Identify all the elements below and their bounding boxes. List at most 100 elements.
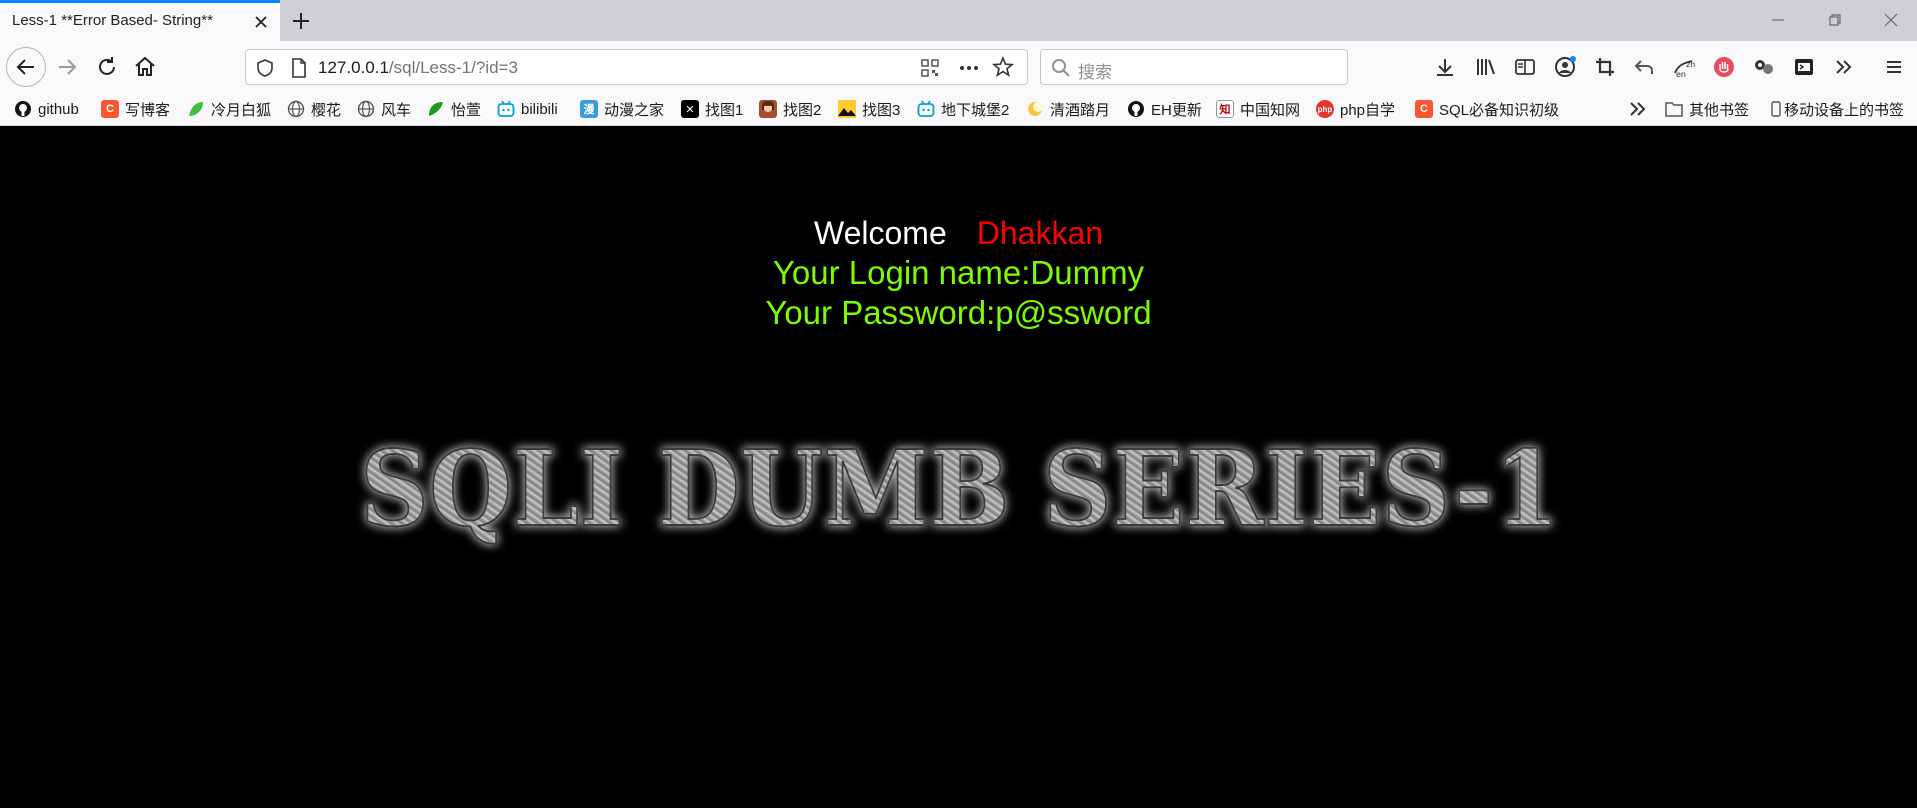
tab-title: Less-1 **Error Based- String** (12, 12, 213, 29)
bookmark-label: 找图1 (705, 101, 744, 119)
downloads-icon[interactable] (1431, 53, 1459, 81)
bookmark-label: 清酒踏月 (1050, 101, 1111, 119)
bookmark-label: bilibili (521, 100, 558, 118)
bookmark-label: 中国知网 (1240, 101, 1301, 119)
bookmark-cnki[interactable]: 知 中国知网 (1216, 97, 1300, 121)
manga-icon: 漫 (580, 100, 598, 118)
user-name: Dhakkan (976, 215, 1104, 251)
bookmark-label: 冷月白狐 (211, 101, 272, 119)
globe-icon (357, 100, 375, 118)
bookmark-label: 地下城堡2 (941, 101, 1010, 119)
bookmark-star-icon[interactable] (991, 55, 1015, 83)
bookmark-label: 找图2 (783, 101, 822, 119)
reload-button[interactable] (90, 50, 124, 84)
globe-icon (287, 100, 305, 118)
terminal-extension-icon[interactable] (1790, 53, 1818, 81)
welcome-text: Welcome (813, 215, 947, 251)
page-actions-icon[interactable] (958, 58, 980, 83)
bilibili-icon (497, 100, 515, 118)
github-icon (1127, 100, 1145, 118)
page-info-icon[interactable] (290, 57, 308, 84)
password-text: Your Password:p@ssword (765, 294, 1152, 331)
search-icon (1051, 58, 1071, 83)
bookmark-sql[interactable]: C SQL必备知识初级 (1415, 97, 1559, 121)
bookmark-label: 动漫之家 (604, 101, 665, 119)
bookmark-label: 其他书签 (1689, 101, 1750, 119)
url-host: 127.0.0.1 (318, 58, 389, 77)
bookmark-fengche[interactable]: 风车 (357, 97, 411, 121)
bookmark-php[interactable]: php php自学 (1316, 97, 1395, 121)
mobile-bookmarks-folder[interactable]: 移动设备上的书签 (1770, 97, 1904, 121)
sqli-dumb-series-banner: SQLI DUMB SERIES-1 (359, 426, 1561, 551)
bookmark-label: 找图3 (862, 101, 901, 119)
svg-text:en: en (1676, 70, 1686, 79)
qr-code-icon[interactable] (920, 58, 940, 83)
account-icon[interactable] (1551, 53, 1579, 81)
other-bookmarks-folder[interactable]: 其他书签 (1665, 97, 1749, 121)
extension-dots-icon[interactable] (1750, 53, 1778, 81)
adblock-icon[interactable] (1710, 53, 1738, 81)
bookmark-lengyue[interactable]: 冷月白狐 (187, 97, 271, 121)
tab-strip: Less-1 **Error Based- String** (0, 0, 1917, 41)
page-content: Welcome Dhakkan Your Login name:Dummy You… (0, 127, 1917, 808)
crop-icon[interactable] (1591, 53, 1619, 81)
github-icon (14, 100, 32, 118)
bilibili-icon (917, 100, 935, 118)
minimize-icon[interactable] (1765, 7, 1791, 33)
bookmark-dixiachengbao[interactable]: 地下城堡2 (917, 97, 1009, 121)
close-window-icon[interactable] (1878, 7, 1904, 33)
address-bar[interactable]: 127.0.0.1/sql/Less-1/?id=3 (245, 49, 1028, 85)
bookmark-zhaotu2[interactable]: 找图2 (759, 97, 821, 121)
bookmark-github[interactable]: github (14, 97, 79, 121)
menu-hamburger-icon[interactable] (1880, 53, 1908, 81)
bookmark-zhaotu1[interactable]: ✕ 找图1 (681, 97, 743, 121)
banner-text: SQLI DUMB SERIES-1 (360, 427, 1560, 550)
active-tab[interactable]: Less-1 **Error Based- String** (0, 0, 280, 41)
bookmark-yinghua[interactable]: 樱花 (287, 97, 341, 121)
bookmark-label: EH更新 (1151, 101, 1202, 119)
bookmark-yixuan[interactable]: 怡萱 (427, 97, 481, 121)
search-bar[interactable]: 搜索 (1040, 49, 1348, 85)
forward-button[interactable] (50, 50, 84, 84)
bookmark-label: 樱花 (311, 101, 342, 119)
bookmark-zhaotu3[interactable]: 找图3 (838, 97, 900, 121)
bookmark-qingjiu[interactable]: 清酒踏月 (1026, 97, 1110, 121)
close-tab-icon[interactable] (250, 11, 272, 33)
url-path: /sql/Less-1/?id=3 (388, 58, 518, 77)
svg-text:zh: zh (1686, 60, 1695, 69)
search-placeholder: 搜索 (1078, 63, 1112, 82)
back-button[interactable] (6, 47, 46, 87)
leaf-icon (427, 100, 445, 118)
undo-icon[interactable] (1630, 53, 1658, 81)
bookmark-label: 风车 (381, 101, 412, 119)
translate-icon[interactable]: en zh (1670, 53, 1698, 81)
mobile-icon (1770, 100, 1782, 118)
login-name-text: Your Login name:Dummy (772, 254, 1145, 291)
bookmark-csdn[interactable]: C 写博客 (101, 97, 170, 121)
image-icon (838, 100, 856, 118)
bookmark-label: php自学 (1340, 101, 1396, 119)
leaf-icon (187, 100, 205, 118)
php-icon: php (1316, 100, 1334, 118)
sidebar-icon[interactable] (1511, 53, 1539, 81)
bookmark-label: SQL必备知识初级 (1439, 101, 1560, 119)
bookmark-eh[interactable]: EH更新 (1127, 97, 1202, 121)
bookmark-label: 移动设备上的书签 (1784, 101, 1905, 119)
new-tab-icon[interactable] (288, 8, 314, 34)
welcome-line: Welcome Dhakkan (0, 215, 1917, 252)
bookmarks-toolbar: github C 写博客 冷月白狐 樱花 风车 怡萱 bilibili 漫 动漫… (0, 92, 1917, 126)
library-icon[interactable] (1472, 53, 1500, 81)
navigation-toolbar: 127.0.0.1/sql/Less-1/?id=3 搜索 en zh (0, 41, 1917, 92)
overflow-chevrons-icon[interactable] (1830, 53, 1858, 81)
avatar-icon (759, 100, 777, 118)
x-icon: ✕ (681, 100, 699, 118)
url-text[interactable]: 127.0.0.1/sql/Less-1/?id=3 (318, 58, 518, 78)
moon-icon (1026, 100, 1044, 118)
home-button[interactable] (128, 50, 162, 84)
restore-icon[interactable] (1822, 7, 1848, 33)
bookmark-bilibili[interactable]: bilibili (497, 97, 558, 121)
csdn-icon: C (101, 100, 119, 118)
tracking-shield-icon[interactable] (256, 58, 274, 83)
bookmarks-overflow-icon[interactable] (1628, 97, 1648, 121)
bookmark-dmzj[interactable]: 漫 动漫之家 (580, 97, 664, 121)
